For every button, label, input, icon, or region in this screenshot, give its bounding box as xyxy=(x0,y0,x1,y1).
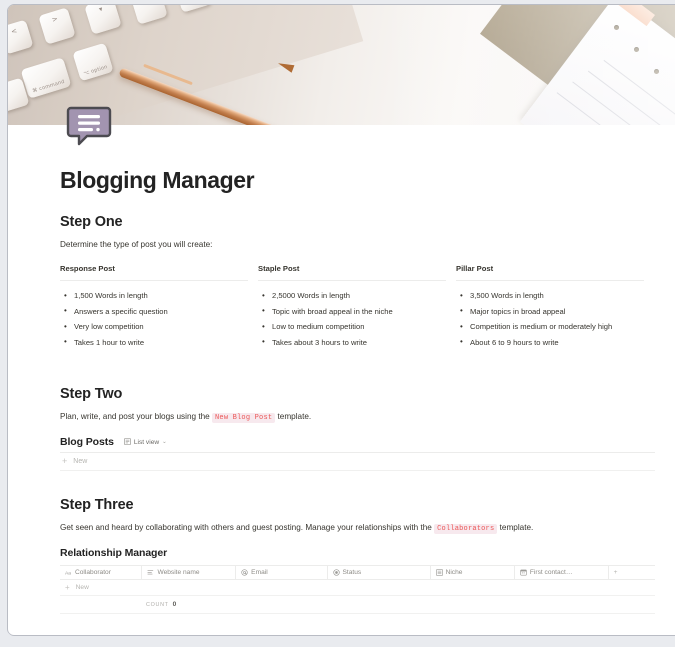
column-header-first-contact[interactable]: First contact… xyxy=(514,565,609,581)
relationship-manager-new-row[interactable]: + New xyxy=(60,580,655,597)
list-item: 1,500 Words in length xyxy=(60,289,248,304)
blog-posts-database-header: Blog Posts List view ⌄ xyxy=(60,436,655,448)
step-two-intro-before: Plan, write, and post your blogs using t… xyxy=(60,412,210,422)
column-header-status[interactable]: Status xyxy=(327,565,431,581)
column-header-email[interactable]: Email xyxy=(235,565,328,581)
list-item: Takes about 3 hours to write xyxy=(258,335,446,350)
speech-bubble-icon[interactable] xyxy=(65,100,113,148)
heading-step-three: Step Three xyxy=(60,497,134,514)
column-header-website-name[interactable]: Website name xyxy=(141,565,237,581)
step-one-intro: Determine the type of post you will crea… xyxy=(60,240,213,249)
relationship-manager-title[interactable]: Relationship Manager xyxy=(60,547,655,559)
bullet-list: 2,5000 Words in length Topic with broad … xyxy=(258,289,446,351)
post-type-columns: Response Post 1,500 Words in length Answ… xyxy=(60,264,655,351)
text-icon xyxy=(147,569,154,576)
column-label: Collaborator xyxy=(75,569,111,577)
column-heading: Pillar Post xyxy=(456,264,644,281)
plus-icon: + xyxy=(65,582,70,592)
add-column-button[interactable]: + xyxy=(608,565,655,581)
heading-step-one: Step One xyxy=(60,214,123,230)
bullet-list: 1,500 Words in length Answers a specific… xyxy=(60,289,248,351)
column-header-niche[interactable]: Niche xyxy=(430,565,515,581)
list-item: Major topics in broad appeal xyxy=(456,304,644,319)
list-item: Very low competition xyxy=(60,320,248,335)
list-item: Takes 1 hour to write xyxy=(60,335,248,350)
page-body: Blogging Manager Step One Determine the … xyxy=(8,125,675,615)
column-label: Email xyxy=(251,569,268,577)
column-response-post: Response Post 1,500 Words in length Answ… xyxy=(60,264,258,351)
column-pillar-post: Pillar Post 3,500 Words in length Major … xyxy=(456,264,654,351)
relationship-manager-table: Aa Collaborator Website name Email Statu… xyxy=(60,565,655,581)
status-icon xyxy=(332,569,340,576)
notion-window: < > ▾ ▴ ▾ ⌘ command ⌥ option xyxy=(8,5,675,635)
column-heading: Response Post xyxy=(60,264,248,281)
new-row-label: New xyxy=(73,458,88,466)
email-icon xyxy=(241,569,248,576)
heading-step-two: Step Two xyxy=(60,386,123,403)
blog-posts-title[interactable]: Blog Posts xyxy=(60,436,114,448)
plus-icon: + xyxy=(62,456,68,467)
svg-text:Aa: Aa xyxy=(65,570,71,576)
date-icon xyxy=(520,569,527,576)
column-label: First contact… xyxy=(529,569,573,577)
step-two-intro: Plan, write, and post your blogs using t… xyxy=(60,411,655,424)
list-item: Topic with broad appeal in the niche xyxy=(258,304,446,319)
page-title: Blogging Manager xyxy=(60,167,255,193)
column-header-collaborator[interactable]: Aa Collaborator xyxy=(60,565,143,581)
chevron-down-icon: ⌄ xyxy=(162,439,167,446)
step-three-intro: Get seen and heard by collaborating with… xyxy=(60,522,655,535)
column-staple-post: Staple Post 2,5000 Words in length Topic… xyxy=(258,264,456,351)
column-label: Niche xyxy=(445,569,463,577)
list-item: 3,500 Words in length xyxy=(456,289,644,304)
column-label: Status xyxy=(342,569,362,577)
bullet-list: 3,500 Words in length Major topics in br… xyxy=(456,289,644,351)
list-view-icon xyxy=(123,437,131,447)
list-item: About 6 to 9 hours to write xyxy=(456,335,644,350)
list-item: Answers a specific question xyxy=(60,304,248,319)
blog-posts-view-selector[interactable]: List view ⌄ xyxy=(121,437,170,448)
title-text-icon: Aa xyxy=(65,569,72,576)
column-heading: Staple Post xyxy=(258,264,446,281)
table-header-row: Aa Collaborator Website name Email Statu… xyxy=(60,565,655,581)
select-icon xyxy=(435,569,443,577)
new-blog-post-chip: New Blog Post xyxy=(212,413,276,424)
view-label: List view xyxy=(133,438,160,446)
relationship-manager-count-footer[interactable]: COUNT 0 xyxy=(60,596,655,615)
step-three-intro-after: template. xyxy=(499,523,534,533)
count-value: 0 xyxy=(172,601,177,609)
new-row-label: New xyxy=(75,584,89,592)
list-item: Low to medium competition xyxy=(258,320,446,335)
step-three-intro-before: Get seen and heard by collaborating with… xyxy=(60,523,432,533)
list-item: Competition is medium or moderately high xyxy=(456,320,644,335)
collaborators-chip: Collaborators xyxy=(434,524,498,535)
column-label: Website name xyxy=(157,569,200,577)
count-label: COUNT xyxy=(146,601,169,608)
blog-posts-new-row[interactable]: + New xyxy=(60,453,655,472)
step-two-intro-after: template. xyxy=(277,412,312,422)
list-item: 2,5000 Words in length xyxy=(258,289,446,304)
